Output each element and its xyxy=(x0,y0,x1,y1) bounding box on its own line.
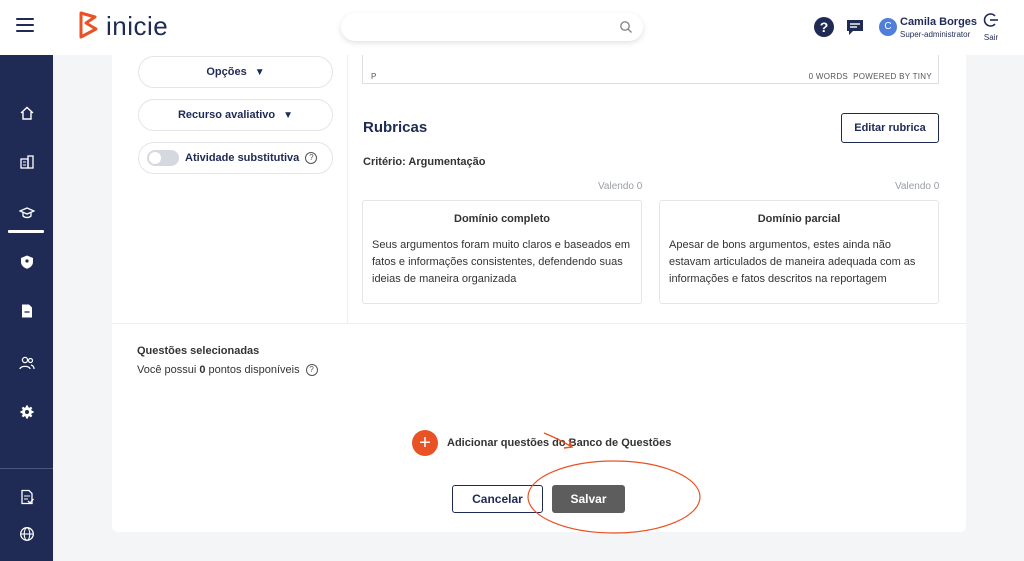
section-divider xyxy=(112,323,966,324)
substitute-activity-toggle[interactable] xyxy=(147,150,179,166)
sidebar-divider xyxy=(0,468,53,469)
gear-icon xyxy=(20,405,33,419)
sidebar-item-reports[interactable] xyxy=(0,482,53,512)
annotation-ellipse xyxy=(527,460,701,534)
domain-title: Domínio completo xyxy=(454,213,550,225)
active-nav-indicator xyxy=(8,230,44,233)
domain-description: Seus argumentos foram muito claros e bas… xyxy=(372,239,631,285)
resource-dropdown[interactable]: Recurso avaliativo ▼ xyxy=(138,99,333,131)
substitute-activity-toggle-row: Atividade substitutiva ? xyxy=(138,142,333,174)
graduation-cap-icon xyxy=(18,207,35,219)
domain-worth: Valendo 0 xyxy=(598,181,643,192)
logo[interactable]: inicie xyxy=(78,10,168,42)
logout-icon xyxy=(983,13,998,27)
annotation-arrow-icon xyxy=(543,432,574,449)
globe-icon xyxy=(19,527,34,541)
logo-mark-icon xyxy=(79,11,98,39)
selected-questions-title: Questões selecionadas xyxy=(137,345,260,357)
sidebar-item-language[interactable] xyxy=(0,519,53,549)
building-icon xyxy=(19,155,34,169)
options-dropdown[interactable]: Opções ▼ xyxy=(138,56,333,88)
powered-by[interactable]: POWERED BY TINY xyxy=(853,72,932,81)
sidebar-item-security[interactable] xyxy=(0,247,53,277)
points-value: 0 xyxy=(199,364,206,376)
word-count: 0 WORDS xyxy=(808,72,849,81)
rich-text-editor[interactable]: P 0 WORDS POWERED BY TINY xyxy=(362,55,939,84)
logout-button[interactable]: Sair xyxy=(982,12,1000,42)
left-options-panel: Opções ▼ Recurso avaliativo ▼ Atividade … xyxy=(112,55,348,323)
hamburger-menu-icon[interactable] xyxy=(16,18,34,32)
help-tooltip-icon[interactable]: ? xyxy=(305,364,318,376)
caret-down-icon: ▼ xyxy=(254,66,265,78)
domain-card-complete: Domínio completo Seus argumentos foram m… xyxy=(362,200,642,304)
editor-status: 0 WORDS POWERED BY TINY xyxy=(809,72,932,81)
shield-icon xyxy=(20,255,33,269)
home-icon xyxy=(20,106,33,120)
sidebar-item-building[interactable] xyxy=(0,147,53,177)
help-icon[interactable]: ? xyxy=(814,17,834,37)
logo-text: inicie xyxy=(106,10,169,41)
edit-rubric-button[interactable]: Editar rubrica xyxy=(841,113,939,143)
logout-label: Sair xyxy=(983,33,999,42)
points-prefix: Você possui xyxy=(137,364,197,376)
domain-worth: Valendo 0 xyxy=(895,181,940,192)
plus-icon: + xyxy=(412,430,438,456)
sidebar-item-home[interactable] xyxy=(0,98,53,128)
options-label: Opções xyxy=(206,66,247,78)
sidebar-item-users[interactable] xyxy=(0,348,53,378)
sidebar-item-education[interactable] xyxy=(0,198,53,228)
rubrics-title: Rubricas xyxy=(363,119,428,136)
editor-path: P xyxy=(371,72,377,81)
sidebar-item-settings[interactable] xyxy=(0,397,53,427)
search-icon[interactable] xyxy=(619,20,633,34)
report-icon xyxy=(20,489,34,505)
sidebar-item-documents[interactable] xyxy=(0,296,53,326)
users-icon xyxy=(18,356,35,370)
search-bar[interactable] xyxy=(341,13,643,41)
user-role: Super-administrator xyxy=(900,30,971,39)
domain-card-partial: Domínio parcial Apesar de bons argumento… xyxy=(659,200,939,304)
caret-down-icon: ▼ xyxy=(283,109,294,121)
help-tooltip-icon[interactable]: ? xyxy=(305,152,318,164)
user-name[interactable]: Camila Borges xyxy=(900,16,977,28)
points-suffix: pontos disponíveis xyxy=(208,364,300,376)
top-bar: inicie ? C Camila Borges Super-administr… xyxy=(0,0,1024,55)
criterion-label: Critério: Argumentação xyxy=(363,156,486,168)
document-icon xyxy=(21,304,32,318)
domain-description: Apesar de bons argumentos, estes ainda n… xyxy=(669,239,916,285)
available-points: Você possui 0 pontos disponíveis ? xyxy=(137,364,318,376)
resource-label: Recurso avaliativo xyxy=(177,109,276,121)
sidebar xyxy=(0,55,53,561)
search-input[interactable] xyxy=(341,13,601,41)
substitute-activity-label: Atividade substitutiva xyxy=(185,152,300,164)
activity-form-card: Opções ▼ Recurso avaliativo ▼ Atividade … xyxy=(112,55,966,534)
domain-title: Domínio parcial xyxy=(757,213,841,225)
chat-icon[interactable] xyxy=(845,17,865,37)
avatar[interactable]: C xyxy=(879,18,897,36)
